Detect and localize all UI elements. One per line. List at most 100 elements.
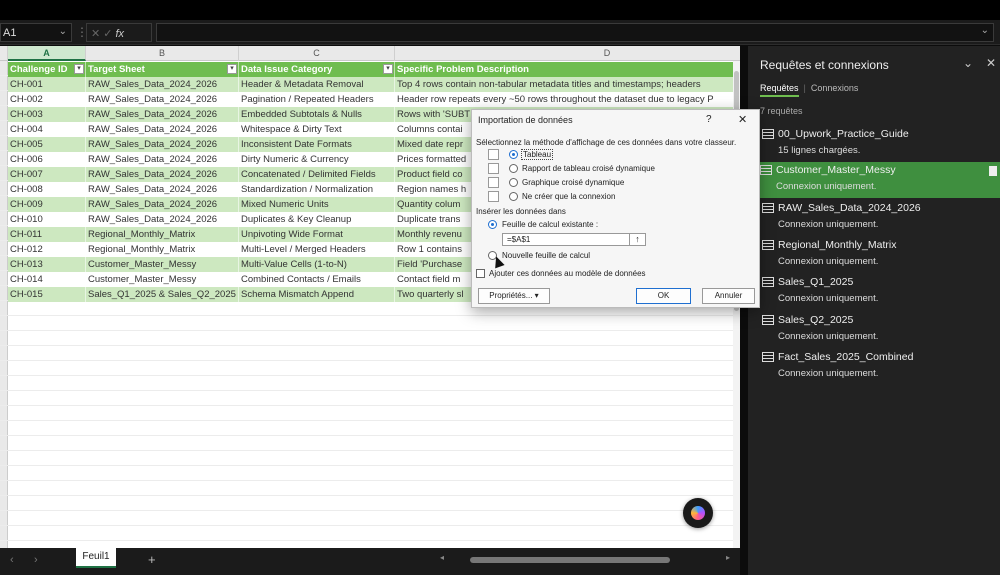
radio-connection-only[interactable]: [509, 192, 518, 201]
header-challenge-id[interactable]: Challenge ID ▾: [8, 62, 86, 77]
cell-challenge-id[interactable]: CH-007: [8, 167, 86, 182]
cell-description[interactable]: Header row repeats every ~50 rows throug…: [395, 92, 740, 107]
filter-dropdown-icon[interactable]: ▾: [74, 64, 84, 74]
cell-target-sheet[interactable]: RAW_Sales_Data_2024_2026: [86, 152, 239, 167]
scroll-left-icon[interactable]: ◂: [440, 553, 444, 562]
query-item-regional-matrix[interactable]: Regional_Monthly_Matrix Connexion unique…: [758, 237, 1000, 273]
sheet-tab-feuil1[interactable]: Feuil1: [76, 548, 116, 568]
column-header-a[interactable]: A: [8, 46, 86, 61]
cell-category[interactable]: Multi-Level / Merged Headers: [239, 242, 395, 257]
copilot-button[interactable]: [683, 498, 713, 528]
filter-dropdown-icon[interactable]: ▾: [227, 64, 237, 74]
radio-pivot-chart[interactable]: [509, 178, 518, 187]
column-header-b[interactable]: B: [86, 46, 239, 61]
cell-category[interactable]: Combined Contacts / Emails: [239, 272, 395, 287]
ok-button[interactable]: OK: [636, 288, 691, 304]
cell-category[interactable]: Unpivoting Wide Format: [239, 227, 395, 242]
cell-target-sheet[interactable]: Regional_Monthly_Matrix: [86, 227, 239, 242]
select-all-corner[interactable]: [0, 46, 8, 61]
cell-challenge-id[interactable]: CH-004: [8, 122, 86, 137]
formula-input[interactable]: ⌄: [156, 23, 994, 42]
filter-dropdown-icon[interactable]: ▾: [383, 64, 393, 74]
cell-category[interactable]: Mixed Numeric Units: [239, 197, 395, 212]
cell-target-sheet[interactable]: RAW_Sales_Data_2024_2026: [86, 92, 239, 107]
tab-requetes[interactable]: Requêtes: [760, 83, 799, 97]
cell-challenge-id[interactable]: CH-002: [8, 92, 86, 107]
query-item-fact-sales[interactable]: Fact_Sales_2025_Combined Connexion uniqu…: [758, 349, 1000, 385]
tab-connexions[interactable]: Connexions: [811, 83, 859, 93]
query-item-raw-sales[interactable]: RAW_Sales_Data_2024_2026 Connexion uniqu…: [758, 200, 1000, 236]
cancel-button[interactable]: Annuler: [702, 288, 755, 304]
chevron-down-icon[interactable]: ⌄: [59, 26, 67, 37]
cell-target-sheet[interactable]: RAW_Sales_Data_2024_2026: [86, 212, 239, 227]
radio-pivot-table[interactable]: [509, 164, 518, 173]
cell-category[interactable]: Inconsistent Date Formats: [239, 137, 395, 152]
radio-existing-sheet[interactable]: [488, 220, 497, 229]
header-target-sheet[interactable]: Target Sheet ▾: [86, 62, 239, 77]
radio-table[interactable]: [509, 150, 518, 159]
query-item-sales-q2[interactable]: Sales_Q2_2025 Connexion uniquement.: [758, 312, 1000, 348]
scroll-thumb[interactable]: [470, 557, 670, 563]
view-prompt: Sélectionnez la méthode d'affichage de c…: [476, 138, 737, 147]
cell-challenge-id[interactable]: CH-015: [8, 287, 86, 302]
chevron-down-icon[interactable]: ⌄: [963, 56, 973, 70]
close-icon[interactable]: ✕: [986, 56, 996, 70]
query-item-sales-q1[interactable]: Sales_Q1_2025 Connexion uniquement.: [758, 274, 1000, 310]
cell-reference-input[interactable]: =$A$1: [502, 233, 646, 246]
close-icon[interactable]: ✕: [738, 113, 747, 126]
header-data-issue-category[interactable]: Data Issue Category ▾: [239, 62, 395, 77]
cell-category[interactable]: Standardization / Normalization: [239, 182, 395, 197]
tab-prev-icon[interactable]: ‹: [10, 554, 14, 566]
cell-category[interactable]: Duplicates & Key Cleanup: [239, 212, 395, 227]
cell-challenge-id[interactable]: CH-006: [8, 152, 86, 167]
cell-challenge-id[interactable]: CH-014: [8, 272, 86, 287]
tab-next-icon[interactable]: ›: [34, 554, 38, 566]
cell-challenge-id[interactable]: CH-001: [8, 77, 86, 92]
cell-category[interactable]: Multi-Value Cells (1-to-N): [239, 257, 395, 272]
cell-category[interactable]: Header & Metadata Removal: [239, 77, 395, 92]
column-header-c[interactable]: C: [239, 46, 395, 61]
query-item-upwork-guide[interactable]: 00_Upwork_Practice_Guide 15 lignes charg…: [758, 126, 1000, 162]
cell-challenge-id[interactable]: CH-005: [8, 137, 86, 152]
cell-target-sheet[interactable]: Customer_Master_Messy: [86, 272, 239, 287]
cell-challenge-id[interactable]: CH-012: [8, 242, 86, 257]
add-sheet-icon[interactable]: +: [148, 552, 156, 567]
cell-target-sheet[interactable]: RAW_Sales_Data_2024_2026: [86, 122, 239, 137]
cell-category[interactable]: Whitespace & Dirty Text: [239, 122, 395, 137]
cell-challenge-id[interactable]: CH-011: [8, 227, 86, 242]
collapse-dialog-icon[interactable]: ↑: [629, 233, 646, 246]
cell-category[interactable]: Schema Mismatch Append: [239, 287, 395, 302]
cell-challenge-id[interactable]: CH-008: [8, 182, 86, 197]
cell-challenge-id[interactable]: CH-009: [8, 197, 86, 212]
cell-challenge-id[interactable]: CH-013: [8, 257, 86, 272]
cell-category[interactable]: Concatenated / Delimited Fields: [239, 167, 395, 182]
data-model-checkbox[interactable]: [476, 269, 485, 278]
query-item-customer-master[interactable]: Customer_Master_Messy Connexion uniqueme…: [756, 162, 1000, 198]
cell-target-sheet[interactable]: RAW_Sales_Data_2024_2026: [86, 77, 239, 92]
help-icon[interactable]: ?: [706, 114, 712, 125]
cell-target-sheet[interactable]: RAW_Sales_Data_2024_2026: [86, 182, 239, 197]
expand-formula-icon[interactable]: ⌄: [981, 25, 989, 36]
cell-target-sheet[interactable]: Sales_Q1_2025 & Sales_Q2_2025: [86, 287, 239, 302]
column-header-d[interactable]: D: [395, 46, 740, 61]
name-box[interactable]: A1 ⌄: [0, 23, 72, 42]
cell-target-sheet[interactable]: RAW_Sales_Data_2024_2026: [86, 197, 239, 212]
cell-description[interactable]: Top 4 rows contain non-tabular metadata …: [395, 77, 740, 92]
header-problem-description[interactable]: Specific Problem Description: [395, 62, 740, 77]
confirm-icon[interactable]: ✓: [103, 28, 115, 40]
cell-category[interactable]: Embedded Subtotals & Nulls: [239, 107, 395, 122]
scroll-right-icon[interactable]: ▸: [726, 553, 730, 562]
function-icon[interactable]: fx: [115, 28, 124, 40]
horizontal-scrollbar[interactable]: ◂ ▸: [440, 553, 730, 565]
cell-target-sheet[interactable]: RAW_Sales_Data_2024_2026: [86, 137, 239, 152]
cell-challenge-id[interactable]: CH-010: [8, 212, 86, 227]
cell-category[interactable]: Dirty Numeric & Currency: [239, 152, 395, 167]
cell-category[interactable]: Pagination / Repeated Headers: [239, 92, 395, 107]
cell-target-sheet[interactable]: RAW_Sales_Data_2024_2026: [86, 107, 239, 122]
cell-target-sheet[interactable]: Regional_Monthly_Matrix: [86, 242, 239, 257]
properties-button[interactable]: Propriétés... ▾: [478, 288, 550, 304]
cancel-icon[interactable]: ✕: [91, 28, 103, 40]
cell-challenge-id[interactable]: CH-003: [8, 107, 86, 122]
cell-target-sheet[interactable]: RAW_Sales_Data_2024_2026: [86, 167, 239, 182]
cell-target-sheet[interactable]: Customer_Master_Messy: [86, 257, 239, 272]
